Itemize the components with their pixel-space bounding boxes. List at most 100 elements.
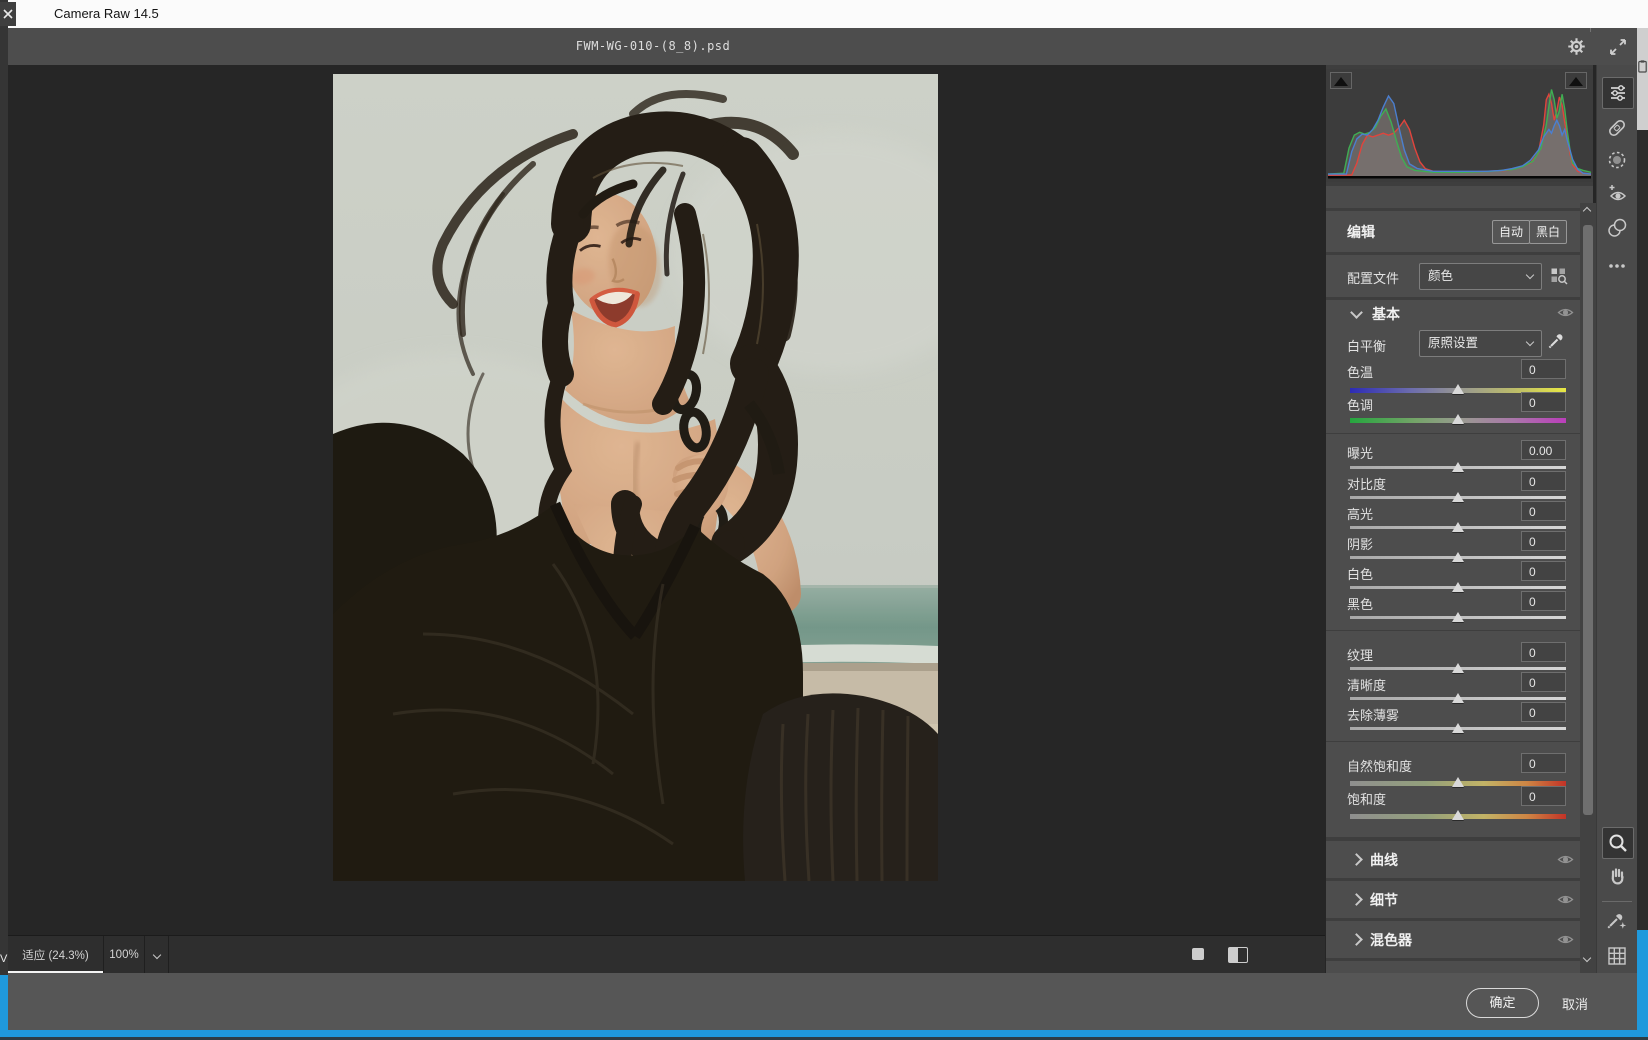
slider-handle[interactable] (1452, 462, 1464, 472)
slider-value-input[interactable]: 0 (1521, 642, 1566, 662)
preview-toggle-icon[interactable] (1192, 948, 1204, 960)
slider-handle[interactable] (1452, 810, 1464, 820)
zoom-level-dropdown[interactable] (145, 936, 169, 973)
slider-track[interactable] (1350, 466, 1566, 469)
slider-label: 高光 (1347, 504, 1373, 523)
slider-track[interactable] (1350, 526, 1566, 529)
settings-gear-button[interactable] (1567, 37, 1586, 61)
right-edge-strip-panel (1637, 28, 1648, 130)
photo (333, 74, 938, 881)
slider-value-input[interactable]: 0 (1521, 753, 1566, 773)
background-window-icon (0, 2, 16, 26)
slider-track[interactable] (1350, 496, 1566, 499)
slider-handle[interactable] (1452, 663, 1464, 673)
scroll-down-icon[interactable] (1583, 954, 1591, 962)
zoom-tool-button[interactable] (1602, 827, 1634, 859)
slider-handle[interactable] (1452, 723, 1464, 733)
exif-info-strip (1326, 186, 1593, 208)
expand-chevron-icon[interactable] (1350, 853, 1363, 866)
slider-label: 曝光 (1347, 443, 1373, 462)
profile-browser-icon (1550, 267, 1568, 285)
slider-track[interactable] (1350, 814, 1566, 819)
hand-tool-button[interactable] (1606, 865, 1628, 887)
left-edge-text-fragment: V (0, 953, 7, 965)
sampler-eyedropper-icon (1606, 909, 1628, 931)
histogram[interactable] (1326, 69, 1593, 182)
slider-label: 色调 (1347, 395, 1373, 414)
slider-track[interactable] (1350, 727, 1566, 730)
slider-handle[interactable] (1452, 384, 1464, 394)
edit-tool-button[interactable] (1602, 77, 1634, 109)
basic-visibility-toggle[interactable] (1557, 306, 1574, 324)
expand-chevron-icon[interactable] (1350, 893, 1363, 906)
slider-value-input[interactable]: 0 (1521, 531, 1566, 551)
expand-chevron-icon[interactable] (1350, 933, 1363, 946)
slider-handle[interactable] (1452, 582, 1464, 592)
presets-tool-button[interactable] (1606, 217, 1628, 239)
slider-handle[interactable] (1452, 612, 1464, 622)
section-row[interactable]: 颜色分级 (1326, 961, 1593, 973)
section-row[interactable]: 细节 (1326, 881, 1593, 918)
title-bar: Camera Raw 14.5 (8, 0, 1648, 28)
ok-button[interactable]: 确定 (1466, 988, 1539, 1018)
masking-tool-button[interactable] (1606, 149, 1628, 171)
cancel-button[interactable]: 取消 (1562, 994, 1588, 1013)
presets-icon (1606, 217, 1628, 239)
slider-value-input[interactable]: 0.00 (1521, 440, 1566, 460)
section-row[interactable]: 曲线 (1326, 841, 1593, 878)
slider-handle[interactable] (1452, 693, 1464, 703)
slider-value-input[interactable]: 0 (1521, 702, 1566, 722)
white-balance-select[interactable]: 原照设置 (1419, 330, 1542, 357)
slider-value-input[interactable]: 0 (1521, 501, 1566, 521)
clipboard-icon (1638, 60, 1647, 73)
before-after-view-icon[interactable] (1228, 947, 1248, 963)
section-row[interactable]: 混色器 (1326, 921, 1593, 958)
scroll-up-icon[interactable] (1583, 207, 1591, 215)
right-edge-strip-mid (1637, 130, 1648, 930)
slider-value-input[interactable]: 0 (1521, 561, 1566, 581)
panel-scrollbar[interactable] (1580, 203, 1596, 973)
right-edge-accent (1637, 930, 1648, 1040)
section-visibility-toggle[interactable] (1557, 853, 1574, 871)
collapse-chevron-icon[interactable] (1350, 306, 1363, 319)
slider-handle[interactable] (1452, 777, 1464, 787)
slider-value-input[interactable]: 0 (1521, 672, 1566, 692)
profile-select[interactable]: 颜色 (1419, 263, 1542, 290)
slider-track[interactable] (1350, 418, 1566, 423)
camera-raw-dialog: Camera Raw 14.5 FWM-WG-010-(8_8).psd (0, 0, 1648, 1040)
slider-track[interactable] (1350, 667, 1566, 670)
slider-value-input[interactable]: 0 (1521, 786, 1566, 806)
red-eye-tool-button[interactable] (1606, 183, 1628, 205)
slider-value-input[interactable]: 0 (1521, 392, 1566, 412)
basic-title[interactable]: 基本 (1372, 304, 1400, 324)
slider-value-input[interactable]: 0 (1521, 591, 1566, 611)
section-visibility-toggle[interactable] (1557, 933, 1574, 951)
section-visibility-toggle[interactable] (1557, 893, 1574, 911)
white-balance-eyedropper-button[interactable] (1548, 331, 1566, 354)
slider-handle[interactable] (1452, 552, 1464, 562)
fullscreen-toggle-button[interactable] (1608, 37, 1628, 62)
profile-browser-button[interactable] (1550, 267, 1568, 290)
healing-tool-button[interactable] (1606, 117, 1628, 139)
grid-overlay-button[interactable] (1606, 945, 1628, 967)
left-edge-strip (0, 0, 8, 975)
slider-track[interactable] (1350, 697, 1566, 700)
scrollbar-thumb[interactable] (1583, 225, 1593, 815)
zoom-level-button[interactable]: 100% (104, 936, 145, 973)
slider-value-input[interactable]: 0 (1521, 359, 1566, 379)
slider-handle[interactable] (1452, 414, 1464, 424)
color-sampler-tool-button[interactable] (1606, 909, 1628, 931)
slider-track[interactable] (1350, 586, 1566, 589)
slider-handle[interactable] (1452, 492, 1464, 502)
slider-track[interactable] (1350, 616, 1566, 619)
slider-handle[interactable] (1452, 522, 1464, 532)
auto-button[interactable]: 自动 (1492, 220, 1530, 244)
masking-icon (1606, 149, 1628, 171)
right-edge-strip-top (1637, 0, 1648, 28)
more-tools-button[interactable] (1606, 255, 1628, 277)
bw-button[interactable]: 黑白 (1529, 220, 1567, 244)
image-preview-area[interactable] (8, 65, 1325, 935)
fit-zoom-button[interactable]: 适应 (24.3%) (8, 936, 104, 973)
slider-track[interactable] (1350, 556, 1566, 559)
slider-value-input[interactable]: 0 (1521, 471, 1566, 491)
